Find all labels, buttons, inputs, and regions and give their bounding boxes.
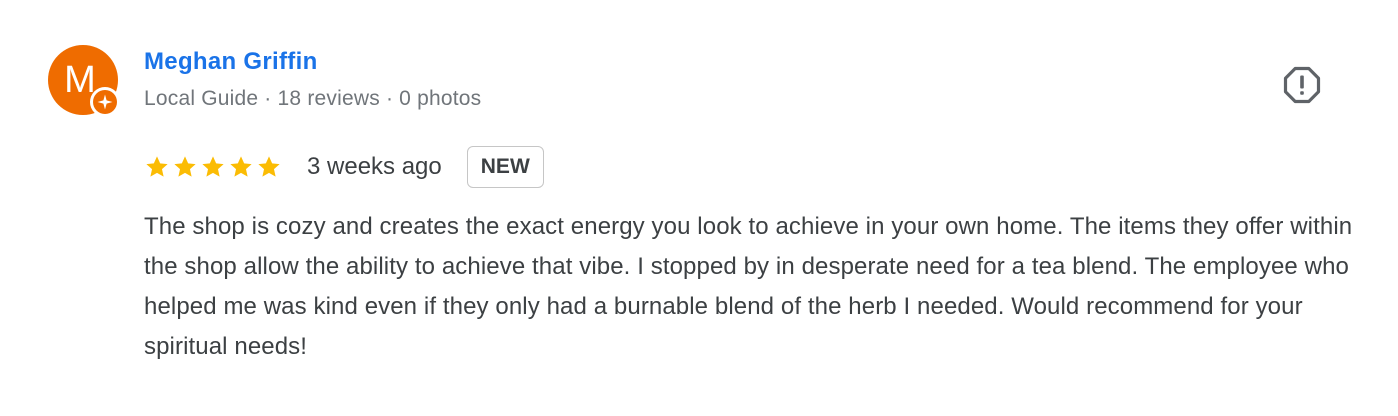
star-icon <box>230 156 252 177</box>
review-card: M Meghan Griffin Local Guide · 18 review… <box>0 0 1398 416</box>
reviewer-name-link[interactable]: Meghan Griffin <box>144 48 318 76</box>
star-icon <box>258 156 280 177</box>
local-guide-badge <box>90 87 120 117</box>
report-icon <box>1283 66 1321 104</box>
star-icon <box>146 156 168 177</box>
star-rating <box>144 154 282 180</box>
review-text: The shop is cozy and creates the exact e… <box>144 213 1353 360</box>
reviewer-meta: Local Guide · 18 reviews · 0 photos <box>144 87 482 110</box>
star-icon <box>202 156 224 177</box>
local-guide-star-icon <box>93 90 117 114</box>
review-date: 3 weeks ago <box>307 153 442 180</box>
star-icon <box>174 156 196 177</box>
report-review-button[interactable] <box>1280 63 1324 107</box>
new-badge: NEW <box>466 146 544 188</box>
rating-row: 3 weeks ago NEW <box>144 144 544 190</box>
